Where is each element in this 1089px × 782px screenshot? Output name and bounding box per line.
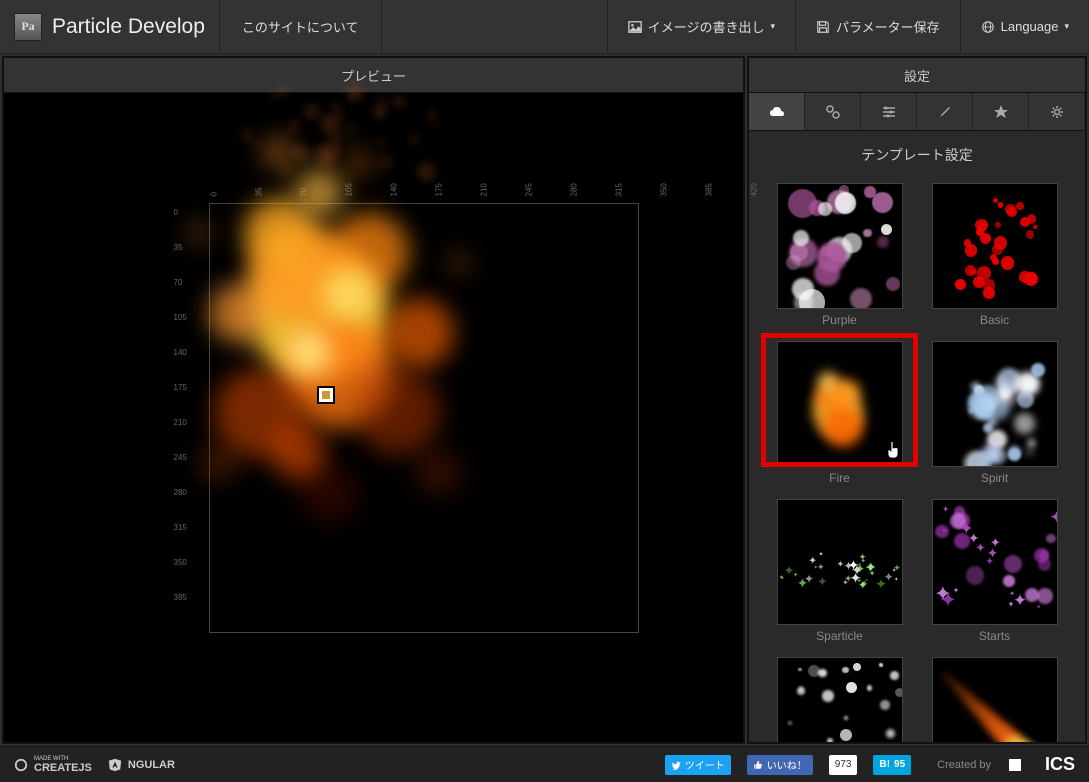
ics-logo-icon xyxy=(1007,757,1023,773)
angular-icon xyxy=(108,758,122,772)
tab-star[interactable] xyxy=(973,93,1029,130)
globe-icon xyxy=(981,20,995,34)
ruler-vertical: 03570105140175210245280315350385 xyxy=(174,208,187,602)
tab-templates[interactable] xyxy=(749,93,805,130)
preview-panel: プレビュー 03570105140175210245280315350385 0… xyxy=(2,56,745,744)
ruler-horizontal: 03570105140175210245280315350385420455 xyxy=(209,187,804,196)
tweet-button[interactable]: ツイート xyxy=(665,755,731,775)
tab-gear[interactable] xyxy=(1029,93,1085,130)
brush-icon xyxy=(937,104,953,120)
footer: MADE WITHCREATEJS NGULAR ツイート いいね！ 973 B… xyxy=(0,746,1089,782)
tab-sliders[interactable] xyxy=(861,93,917,130)
template-item-7[interactable] xyxy=(924,657,1065,742)
preview-canvas-area[interactable]: 03570105140175210245280315350385 0357010… xyxy=(4,93,743,742)
header: Pa Particle Develop このサイトについて イメージの書き出し … xyxy=(0,0,1089,54)
export-label: イメージの書き出し xyxy=(648,17,765,36)
settings-tabs xyxy=(749,93,1085,131)
template-spirit[interactable]: Spirit xyxy=(924,341,1065,485)
settings-panel: 設定 テンプレート設定 Purple Basic Fire Spirit ✦✦✦✦✦✦✦… xyxy=(747,56,1087,744)
tab-brush[interactable] xyxy=(917,93,973,130)
template-label: Spirit xyxy=(981,471,1008,485)
twitter-icon xyxy=(671,760,681,770)
template-fire[interactable]: Fire xyxy=(769,341,910,485)
template-label: Sparticle xyxy=(816,629,863,643)
language-label: Language xyxy=(1001,19,1059,34)
template-thumbnail: ✦✦✦✦✦✦✦✦✦✦✦✦✦✦✦✦✦✦✦✦✦✦✦✦✦✦✦✦✦✦✦✦✦✦✦ xyxy=(777,499,903,625)
export-image-button[interactable]: イメージの書き出し ▾ xyxy=(607,0,795,53)
template-thumbnail xyxy=(932,341,1058,467)
cloud-icon xyxy=(769,104,785,120)
save-params-button[interactable]: パラメーター保存 xyxy=(795,0,960,53)
cursor-icon xyxy=(886,441,900,459)
created-by-label: Created by xyxy=(937,759,991,771)
hatena-button[interactable]: B!95 xyxy=(873,755,911,775)
template-label: Purple xyxy=(822,313,857,327)
template-section-title: テンプレート設定 xyxy=(759,145,1075,165)
like-button[interactable]: いいね！ xyxy=(747,755,813,775)
template-label: Basic xyxy=(980,313,1009,327)
gear-icon xyxy=(1049,104,1065,120)
template-label: Starts xyxy=(979,629,1010,643)
template-label: Fire xyxy=(829,471,850,485)
emitter-marker[interactable] xyxy=(319,388,333,402)
stage-boundary xyxy=(209,203,639,633)
template-purple[interactable]: Purple xyxy=(769,183,910,327)
template-starts[interactable]: ✦✦✦✦✦✦✦✦✦✦✦✦✦✦✦✦ Starts xyxy=(924,499,1065,643)
save-icon xyxy=(816,20,830,34)
template-item-6[interactable] xyxy=(769,657,910,742)
gears-icon xyxy=(825,104,841,120)
thumbs-up-icon xyxy=(753,760,763,770)
sliders-icon xyxy=(881,104,897,120)
template-basic[interactable]: Basic xyxy=(924,183,1065,327)
template-thumbnail: ✦✦✦✦✦✦✦✦✦✦✦✦✦✦✦✦ xyxy=(932,499,1058,625)
template-thumbnail xyxy=(777,183,903,309)
save-label: パラメーター保存 xyxy=(836,17,940,36)
about-button[interactable]: このサイトについて xyxy=(219,0,382,53)
createjs-logo[interactable]: MADE WITHCREATEJS xyxy=(14,756,92,774)
template-thumbnail xyxy=(932,657,1058,742)
template-thumbnail xyxy=(932,183,1058,309)
image-icon xyxy=(628,20,642,34)
star-icon xyxy=(993,104,1009,120)
preview-title: プレビュー xyxy=(4,58,743,93)
createjs-icon xyxy=(14,758,28,772)
app-name: Particle Develop xyxy=(52,15,205,39)
language-button[interactable]: Language ▾ xyxy=(960,0,1089,53)
logo-badge: Pa xyxy=(14,13,42,41)
template-sparticle[interactable]: ✦✦✦✦✦✦✦✦✦✦✦✦✦✦✦✦✦✦✦✦✦✦✦✦✦✦✦✦✦✦✦✦✦✦✦ Spart… xyxy=(769,499,910,643)
tab-emitter[interactable] xyxy=(805,93,861,130)
ics-logo[interactable]: ICS xyxy=(1045,754,1075,775)
like-count: 973 xyxy=(829,755,858,775)
logo-area: Pa Particle Develop xyxy=(0,13,219,41)
template-thumbnail xyxy=(777,657,903,742)
angular-logo[interactable]: NGULAR xyxy=(108,758,175,772)
settings-title: 設定 xyxy=(749,58,1085,93)
